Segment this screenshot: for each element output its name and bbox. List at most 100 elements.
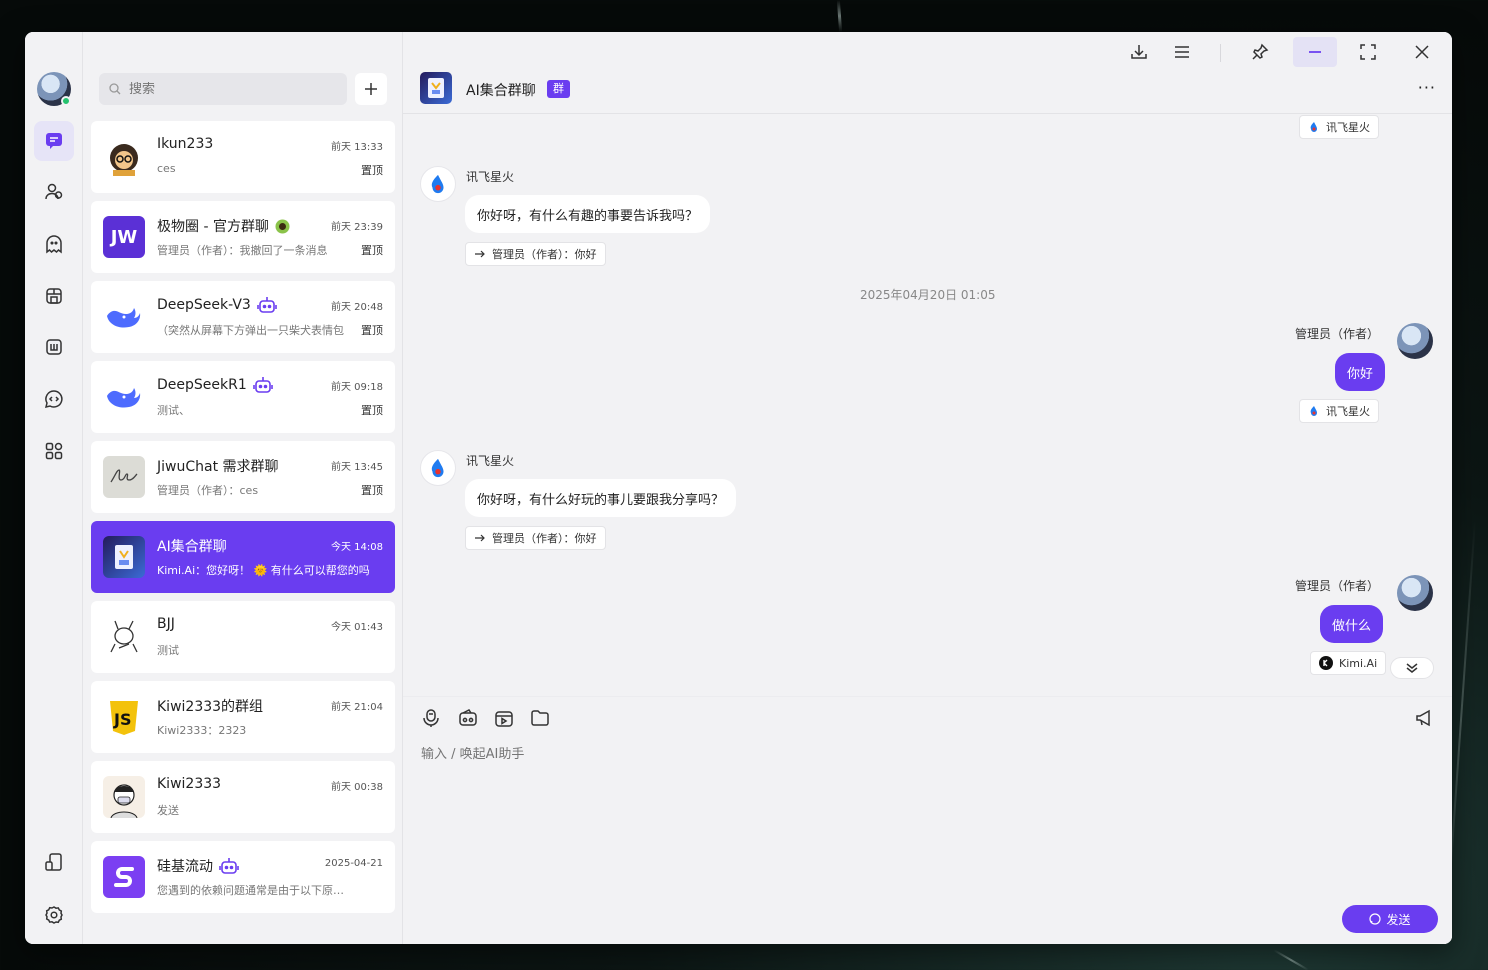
search-box[interactable] (99, 73, 347, 105)
nav-code-chat[interactable] (34, 379, 74, 419)
bot-avatar[interactable] (420, 166, 456, 202)
conversation-preview: 管理员（作者）：ces (157, 484, 259, 497)
wallet-button[interactable] (457, 707, 479, 729)
conversation-name: Ikun233 (157, 136, 214, 152)
reply-icon (475, 250, 485, 258)
bot-avatar[interactable] (420, 450, 456, 486)
scroll-to-bottom-button[interactable] (1390, 657, 1434, 679)
conversation-item[interactable]: 硅基流动 2025-04-21 您遇到的依赖问题通常是由于以下原因之一 (91, 841, 395, 913)
bot-avatar (103, 856, 145, 898)
message-input[interactable] (421, 747, 1321, 762)
pin-window-button[interactable] (1238, 37, 1282, 67)
conversation-name: DeepSeek-V3 (157, 296, 277, 314)
pinned-badge: 置顶 (361, 244, 383, 257)
group-tag: 群 (547, 80, 570, 98)
menu-button[interactable] (1160, 37, 1204, 67)
conversation-item[interactable]: DeepSeekR1 前天 09:18 测试、 置顶 (91, 361, 395, 433)
conversation-preview: 管理员（作者）：我撤回了一条消息 (157, 244, 328, 257)
conversation-item[interactable]: DeepSeek-V3 前天 20:48 （突然从屏幕下方弹出一只柴犬表情包 置… (91, 281, 395, 353)
maximize-button[interactable] (1346, 37, 1390, 67)
bot-avatar (103, 296, 145, 338)
conversation-item[interactable]: JiwuChat 需求群聊 前天 13:45 管理员（作者）：ces 置顶 (91, 441, 395, 513)
search-input[interactable] (129, 81, 329, 97)
wallet-icon (459, 709, 477, 726)
nav-book[interactable] (34, 327, 74, 367)
more-options-button[interactable]: ··· (1418, 78, 1436, 97)
search-icon (109, 83, 121, 95)
add-button[interactable] (355, 73, 387, 105)
spark-icon (1310, 122, 1317, 132)
nav-chat[interactable] (34, 121, 74, 161)
close-button[interactable] (1400, 37, 1444, 67)
user-avatar[interactable] (1397, 575, 1433, 611)
chat-panel: AI集合群聊 群 ··· 讯飞星火 讯飞星火 你好呀，有什么有趣的事要告诉我吗？… (403, 32, 1452, 944)
send-button[interactable]: 发送 (1342, 905, 1438, 933)
contact-avatar (103, 776, 145, 818)
message-bubble[interactable]: 你好呀，有什么好玩的事儿要跟我分享吗？ (465, 479, 737, 517)
mic-icon (423, 709, 439, 727)
pinned-badge: 置顶 (361, 164, 383, 177)
conversation-preview: 发送 (157, 804, 179, 817)
user-avatar[interactable] (1397, 323, 1433, 359)
conversation-name: Kiwi2333 (157, 776, 222, 792)
titlebar-divider (1220, 44, 1221, 62)
conversation-item[interactable]: JW 极物圈 - 官方群聊 前天 23:39 管理员（作者）：我撤回了一条消息 … (91, 201, 395, 273)
announce-button[interactable] (1414, 707, 1436, 729)
minimize-button[interactable] (1293, 37, 1337, 67)
kimi-icon (1319, 656, 1333, 670)
conversation-preview: （突然从屏幕下方弹出一只柴犬表情包 (157, 324, 344, 337)
conversation-time: 2025-04-21 (324, 858, 383, 869)
pinned-badge: 置顶 (361, 324, 383, 337)
conversation-item[interactable]: BJJ 今天 01:43 测试 (91, 601, 395, 673)
file-button[interactable] (529, 707, 551, 729)
voice-button[interactable] (420, 707, 442, 729)
download-icon (1131, 45, 1147, 59)
conversation-time: 前天 21:04 (331, 702, 383, 713)
conversation-preview: 测试 (157, 644, 179, 657)
message-bubble[interactable]: 你好 (1335, 353, 1386, 391)
reply-reference[interactable]: 管理员（作者）：你好 (465, 242, 606, 266)
conversation-name: 硅基流动 (157, 856, 239, 876)
apps-icon (45, 442, 63, 460)
spark-icon (431, 174, 444, 194)
video-button[interactable] (493, 707, 515, 729)
device-icon (45, 853, 62, 871)
conversation-item[interactable]: Ikun233 前天 13:33 ces 置顶 (91, 121, 395, 193)
ghost-icon (46, 235, 62, 254)
download-button[interactable] (1117, 37, 1161, 67)
message-bubble[interactable]: 你好呀，有什么有趣的事要告诉我吗？ (465, 195, 711, 233)
minimize-icon (1309, 51, 1321, 53)
spark-icon (431, 458, 444, 478)
chevron-double-down-icon (1406, 663, 1418, 673)
chat-icon (46, 133, 62, 149)
conversation-time: 前天 09:18 (331, 382, 383, 393)
conversation-name: DeepSeekR1 (157, 376, 273, 394)
friends-icon (45, 183, 63, 200)
nav-store[interactable] (34, 276, 74, 316)
maximize-icon (1360, 44, 1376, 60)
conversation-time: 前天 23:39 (331, 222, 383, 233)
menu-icon (1175, 46, 1189, 58)
siliconflow-icon (114, 867, 134, 887)
conversation-time: 前天 00:38 (331, 782, 383, 793)
nav-settings[interactable] (34, 895, 74, 935)
nav-ghost[interactable] (34, 224, 74, 264)
conversation-item[interactable]: JS Kiwi2333的群组 前天 21:04 Kiwi2333：2323 (91, 681, 395, 753)
conversation-preview: 测试、 (157, 404, 190, 417)
whale-icon (107, 308, 141, 328)
nav-device[interactable] (34, 842, 74, 882)
reply-reference[interactable]: 管理员（作者）：你好 (465, 526, 606, 550)
close-icon (1415, 45, 1429, 59)
pin-icon (1252, 43, 1269, 60)
bot-tag: Kimi.Ai (1310, 651, 1387, 675)
conversation-item-active[interactable]: AI集合群聊 今天 14:08 Kimi.Ai：您好呀！ 🌞 有什么可以帮您的吗 (91, 521, 395, 593)
nav-friends[interactable] (34, 172, 74, 212)
nav-apps[interactable] (34, 431, 74, 471)
conversation-preview: ces (157, 162, 176, 175)
bot-avatar (103, 376, 145, 418)
conversation-item[interactable]: Kiwi2333 前天 00:38 发送 (91, 761, 395, 833)
conversation-time: 前天 13:33 (331, 142, 383, 153)
video-icon (495, 711, 513, 727)
message-bubble[interactable]: 做什么 (1320, 605, 1384, 643)
group-avatar: JW (103, 216, 145, 258)
